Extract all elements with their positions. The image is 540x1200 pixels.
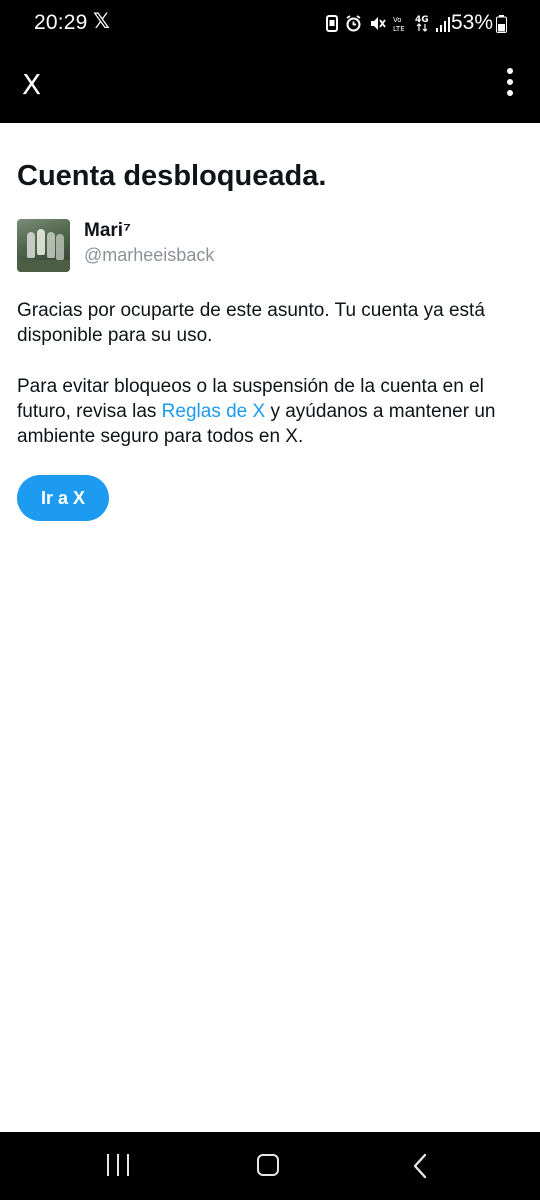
- recents-bar: [117, 1154, 119, 1176]
- avatar-figure: [27, 232, 35, 258]
- status-icons: Vo LTE 4G: [326, 13, 450, 33]
- back-icon[interactable]: [410, 1152, 430, 1180]
- avatar-figure: [37, 229, 45, 255]
- user-handle: @marheeisback: [84, 245, 215, 265]
- navigation-bar: [0, 1132, 540, 1200]
- screen: 20:29 𝕏 Vo LTE 4G 53% X Cuenta desbloque…: [0, 0, 540, 1200]
- battery-icon: [496, 15, 507, 33]
- x-notification-icon: 𝕏: [93, 10, 110, 33]
- recents-bar: [107, 1154, 109, 1176]
- confirmation-message: Gracias por ocuparte de este asunto. Tu …: [17, 300, 485, 346]
- rules-message: Para evitar bloqueos o la suspensión de …: [17, 374, 523, 449]
- battery-percentage: 53%: [451, 11, 494, 34]
- save-icon: [326, 14, 338, 32]
- signal-icon: [436, 16, 450, 32]
- avatar-figure: [56, 234, 64, 260]
- recents-bar: [127, 1154, 129, 1176]
- status-time: 20:29: [34, 11, 88, 34]
- svg-text:Vo: Vo: [393, 16, 402, 24]
- more-vertical-icon[interactable]: [502, 68, 518, 102]
- 4g-icon: 4G: [415, 15, 429, 32]
- app-bar: X: [0, 46, 540, 123]
- rules-link[interactable]: Reglas de X: [162, 401, 266, 422]
- svg-text:4G: 4G: [415, 15, 429, 25]
- dot: [507, 90, 513, 96]
- avatar-ground: [17, 260, 70, 272]
- home-icon[interactable]: [257, 1154, 279, 1176]
- dot: [507, 79, 513, 85]
- x-logo: X: [22, 68, 42, 101]
- page-title: Cuenta desbloqueada.: [17, 160, 327, 192]
- user-display-name: Mari⁷: [84, 220, 131, 241]
- mute-icon: [371, 16, 386, 30]
- avatar: [17, 219, 70, 272]
- go-to-x-button[interactable]: Ir a X: [17, 475, 109, 521]
- svg-text:LTE: LTE: [393, 25, 405, 32]
- avatar-figure: [47, 232, 55, 258]
- recents-icon[interactable]: [107, 1154, 129, 1176]
- volte-icon: Vo LTE: [393, 16, 405, 32]
- dot: [507, 68, 513, 74]
- status-bar: 20:29 𝕏 Vo LTE 4G 53%: [0, 0, 540, 46]
- alarm-icon: [346, 14, 361, 31]
